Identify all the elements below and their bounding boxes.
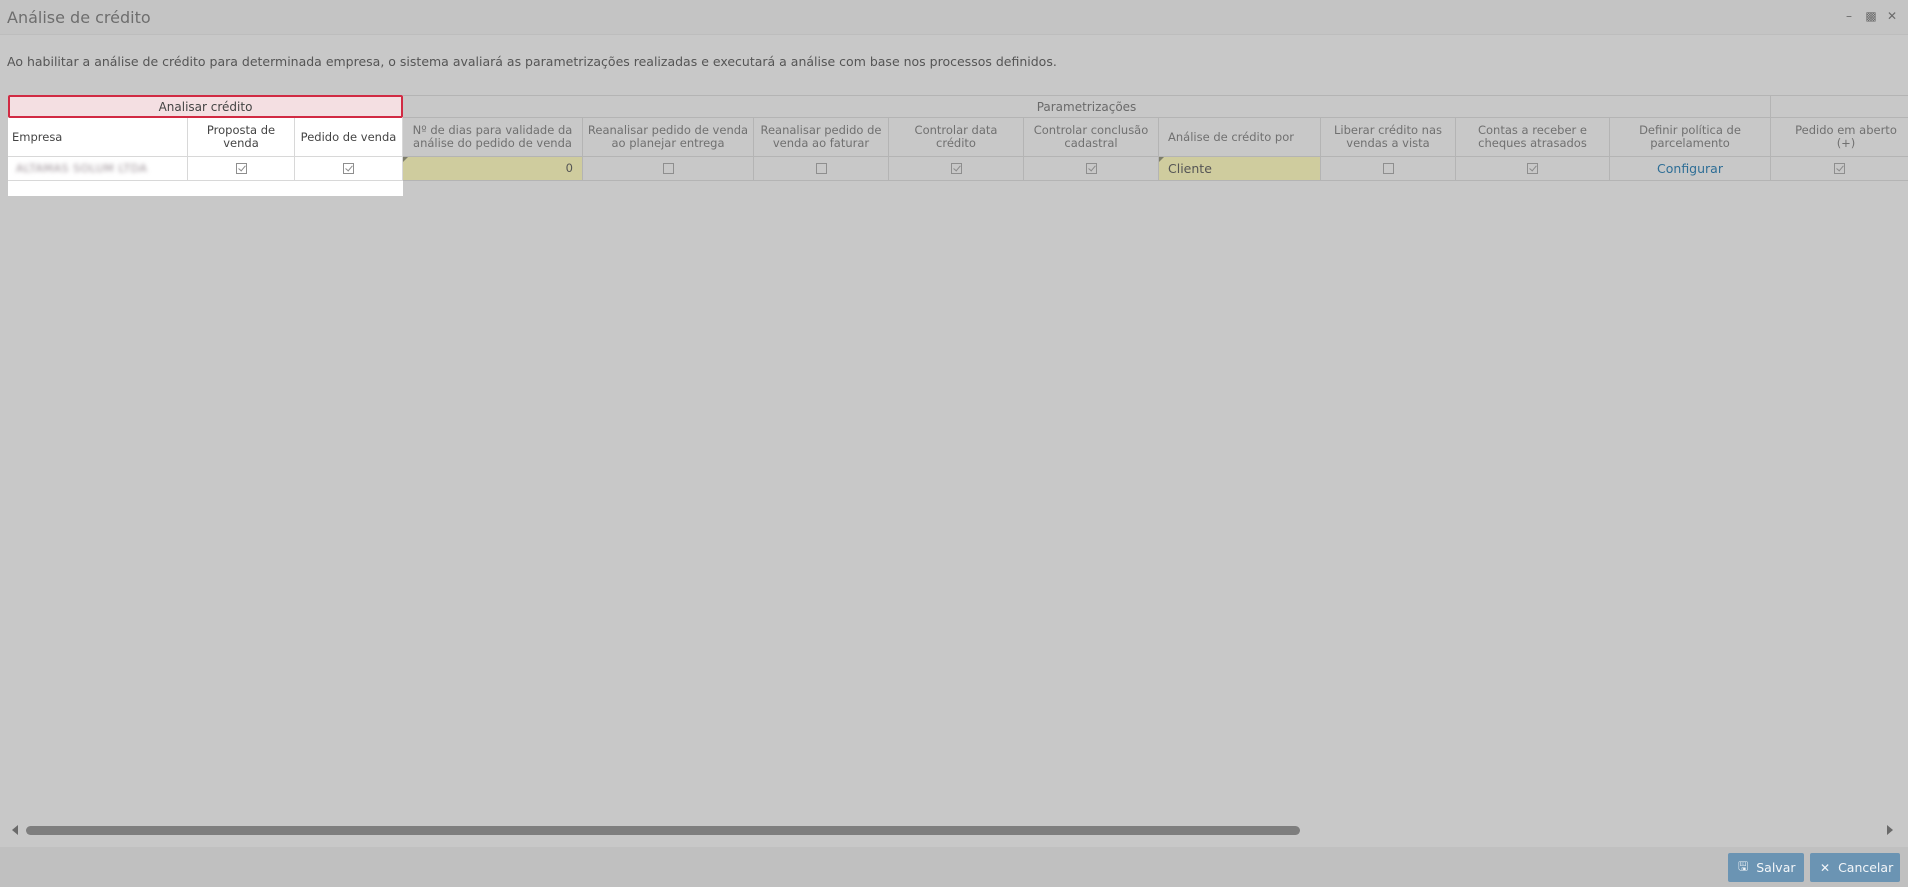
minimize-icon[interactable]: – <box>1842 9 1856 23</box>
edit-marker-icon <box>1159 157 1164 162</box>
horizontal-scrollbar-thumb[interactable] <box>26 826 1300 835</box>
pedido-checkbox[interactable] <box>343 163 354 174</box>
title-bar: Análise de crédito – ▩ ✕ <box>0 0 1908 35</box>
configurar-link[interactable]: Configurar <box>1657 162 1723 175</box>
reanalisar-planejar-checkbox[interactable] <box>662 163 674 174</box>
analise-por-select[interactable]: Cliente <box>1159 157 1321 181</box>
footer-bar <box>0 847 1908 887</box>
cancel-button[interactable]: ✕ Cancelar <box>1810 853 1900 882</box>
group-header-analisar: Analisar crédito <box>8 95 403 118</box>
scroll-left-arrow-icon[interactable] <box>12 825 18 835</box>
column-header-reanalisar-faturar[interactable]: Reanalisar pedido de venda ao faturar <box>754 118 889 157</box>
save-button[interactable]: 🖫 Salvar <box>1728 853 1804 882</box>
column-header-proposta[interactable]: Proposta de venda <box>188 118 295 157</box>
cell-contas-receber <box>1456 157 1610 181</box>
save-icon: 🖫 <box>1738 859 1749 873</box>
cancel-label: Cancelar <box>1838 860 1894 875</box>
scroll-right-arrow-icon[interactable] <box>1887 825 1893 835</box>
column-header-contas-receber[interactable]: Contas a receber e cheques atrasados <box>1456 118 1610 157</box>
cell-reanalisar-planejar <box>583 157 754 181</box>
column-header-politica-parcelamento[interactable]: Definir política de parcelamento <box>1610 118 1771 157</box>
liberar-credito-checkbox[interactable] <box>1382 163 1394 174</box>
column-header-analise-por[interactable]: Análise de crédito por <box>1159 118 1321 157</box>
cell-pedido <box>295 157 403 181</box>
reanalisar-faturar-checkbox[interactable] <box>815 163 827 174</box>
column-header-liberar-credito[interactable]: Liberar crédito nas vendas a vista <box>1321 118 1456 157</box>
column-header-dias-validade[interactable]: Nº de dias para validade da análise do p… <box>403 118 583 157</box>
column-header-pedido[interactable]: Pedido de venda <box>295 118 403 157</box>
cell-controlar-data <box>889 157 1024 181</box>
column-header-controlar-conclusao[interactable]: Controlar conclusão cadastral <box>1024 118 1159 157</box>
column-header-controlar-data[interactable]: Controlar data crédito <box>889 118 1024 157</box>
contas-receber-checkbox[interactable] <box>1527 163 1538 174</box>
cell-controlar-conclusao <box>1024 157 1159 181</box>
pedido-aberto-checkbox[interactable] <box>1834 163 1845 174</box>
controlar-data-checkbox[interactable] <box>950 163 962 174</box>
cell-liberar-credito <box>1321 157 1456 181</box>
cell-proposta <box>188 157 295 181</box>
close-icon[interactable]: ✕ <box>1885 9 1899 23</box>
empresa-name: ALTAMAS SOLUM LTDA <box>16 162 148 175</box>
description-text: Ao habilitar a análise de crédito para d… <box>7 54 1057 69</box>
controlar-conclusao-checkbox[interactable] <box>1085 163 1097 174</box>
dias-validade-input[interactable]: 0 <box>403 157 583 181</box>
column-header-empresa[interactable]: Empresa <box>8 118 188 157</box>
proposta-checkbox[interactable] <box>235 163 247 174</box>
save-label: Salvar <box>1756 860 1796 875</box>
column-header-pedido-aberto[interactable]: Pedido em aberto (+) <box>1771 118 1908 157</box>
window-title: Análise de crédito <box>7 8 151 27</box>
group-header-parametrizacoes: Parametrizações <box>403 95 1771 118</box>
group-header-extra <box>1771 95 1908 118</box>
dias-validade-value: 0 <box>565 161 573 175</box>
cell-reanalisar-faturar <box>754 157 889 181</box>
table-row-empresa[interactable]: ALTAMAS SOLUM LTDA <box>8 157 188 181</box>
edit-marker-icon <box>403 157 408 162</box>
analise-por-value: Cliente <box>1168 161 1212 176</box>
cell-politica: Configurar <box>1610 157 1771 181</box>
restore-icon[interactable]: ▩ <box>1864 9 1878 23</box>
column-header-reanalisar-planejar[interactable]: Reanalisar pedido de venda ao planejar e… <box>583 118 754 157</box>
close-icon: ✕ <box>1820 860 1831 875</box>
cell-pedido-aberto <box>1771 157 1908 181</box>
